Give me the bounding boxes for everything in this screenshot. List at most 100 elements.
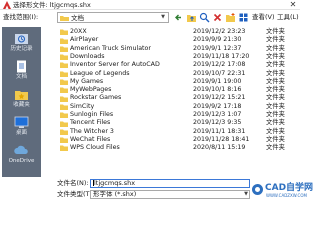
file-name: The Witcher 3 <box>70 127 114 135</box>
search-globe-icon <box>199 12 210 23</box>
file-date: 2019/11/28 18:41 <box>193 135 250 143</box>
file-type: 文件夹 <box>266 135 285 143</box>
file-date: 2019/11/1 18:31 <box>193 127 246 135</box>
file-name: AirPlayer <box>70 36 99 44</box>
file-row[interactable]: WeChat Files 2019/11/28 18:41 文件夹 <box>58 136 298 144</box>
file-date: 2019/12/3 1:07 <box>193 111 242 118</box>
views-button[interactable] <box>238 12 249 23</box>
sidebar-item-documents[interactable]: 文档 <box>2 57 41 83</box>
watermark-sub-text: WWW.CADZXW.COM <box>266 193 307 198</box>
filename-value: ltjgcmqs.shx <box>94 179 136 187</box>
file-name: Tencent Files <box>70 119 111 127</box>
toolbar: 查找范围(I): 文档 ▼ 查看(V) 工具(L) <box>0 10 300 25</box>
file-date: 2019/9/2 17:18 <box>193 102 242 110</box>
filetype-label: 文件类型(T): <box>57 190 95 198</box>
view-menu[interactable]: 查看(V) <box>252 13 275 22</box>
folder-icon <box>60 62 68 69</box>
file-type: 文件夹 <box>266 94 285 102</box>
file-name: League of Legends <box>70 69 130 77</box>
file-type: 文件夹 <box>266 119 285 127</box>
file-type: 文件夹 <box>266 44 285 52</box>
file-list: 20XX 2019/12/2 23:23 文件夹 AirPlayer 2019/9/9 … <box>58 27 298 177</box>
sidebar-item-onedrive[interactable]: OneDrive <box>2 141 41 167</box>
sidebar-item-desktop[interactable]: 桌面 <box>2 113 41 139</box>
file-row[interactable]: SimCity 2019/9/2 17:18 文件夹 <box>58 103 298 111</box>
window-title: 选择形文件: ltjgcmqs.shx <box>13 1 91 9</box>
folder-icon <box>60 129 68 135</box>
file-row[interactable]: American Truck Simulator 2019/9/1 12:37 文件… <box>58 45 298 53</box>
folder-icon <box>60 104 68 110</box>
folder-icon <box>60 121 68 127</box>
folder-icon <box>60 137 68 144</box>
sidebar-item-favorites[interactable]: 收藏夹 <box>2 85 41 111</box>
file-row[interactable]: League of Legends 2019/10/7 22:31 文件夹 <box>58 70 298 78</box>
file-row[interactable]: Tencent Files 2019/12/3 9:35 文件夹 <box>58 119 298 127</box>
sidebar-item-label: 桌面 <box>15 130 27 136</box>
file-row[interactable]: MyWebPages 2019/10/1 8:16 文件夹 <box>58 86 298 94</box>
file-type: 文件夹 <box>266 77 285 85</box>
file-row[interactable]: The Witcher 3 2019/11/1 18:31 文件夹 <box>58 128 298 136</box>
look-in-label: 查找范围(I): <box>3 13 39 21</box>
file-type: 文件夹 <box>266 144 285 152</box>
filename-label: 文件名(N): <box>57 179 89 187</box>
file-date: 2019/12/2 15:21 <box>193 94 246 102</box>
filetype-value: 形字体 (*.shx) <box>93 190 137 198</box>
delete-icon <box>213 13 222 22</box>
up-folder-icon <box>187 15 196 22</box>
file-row[interactable]: WPS Cloud Files 2020/8/11 15:19 文件夹 <box>58 144 298 152</box>
file-type: 文件夹 <box>266 61 285 69</box>
folder-icon <box>60 87 68 94</box>
sidebar-item-label: OneDrive <box>8 158 35 164</box>
sidebar-item-label: 收藏夹 <box>13 102 30 108</box>
sidebar-item-history[interactable]: 历史记录 <box>2 29 41 55</box>
folder-icon <box>60 54 68 61</box>
file-name: Inventor Server for AutoCAD <box>70 61 160 69</box>
look-in-dropdown[interactable]: 文档 ▼ <box>57 12 169 23</box>
close-button[interactable]: ✕ <box>288 0 298 10</box>
file-date: 2019/9/1 19:00 <box>193 77 242 85</box>
favorites-icon <box>15 91 28 100</box>
delete-button[interactable] <box>212 12 223 23</box>
file-row[interactable]: Downloads 2019/11/18 17:20 文件夹 <box>58 53 298 61</box>
file-date: 2019/10/1 8:16 <box>193 86 242 94</box>
folder-icon <box>60 112 68 119</box>
filename-input[interactable]: ltjgcmqs.shx <box>90 179 250 188</box>
watermark-logo: CAD自学网 WWW.CADZXW.COM <box>251 180 313 200</box>
file-name: WeChat Files <box>70 135 111 143</box>
up-folder-button[interactable] <box>186 12 197 23</box>
file-name: My Games <box>70 77 104 85</box>
folder-icon <box>60 96 68 102</box>
file-row[interactable]: My Games 2019/9/1 19:00 文件夹 <box>58 78 298 86</box>
file-row[interactable]: AirPlayer 2019/9/9 21:30 文件夹 <box>58 36 298 44</box>
file-row[interactable]: Rockstar Games 2019/12/2 15:21 文件夹 <box>58 94 298 102</box>
sidebar-item-label: 文档 <box>15 74 27 80</box>
file-type: 文件夹 <box>266 69 285 77</box>
chevron-down-icon: ▼ <box>244 191 248 197</box>
file-date: 2019/12/3 9:35 <box>193 119 242 127</box>
file-date: 2020/8/11 15:19 <box>193 144 246 152</box>
file-date: 2019/9/9 21:30 <box>193 36 242 44</box>
search-web-button[interactable] <box>199 12 210 23</box>
filetype-dropdown[interactable]: 形字体 (*.shx) ▼ <box>90 190 250 199</box>
file-name: 20XX <box>70 28 87 35</box>
folder-icon <box>60 16 69 21</box>
file-type: 文件夹 <box>266 36 285 44</box>
file-name: MyWebPages <box>70 86 112 94</box>
folder-icon <box>60 38 68 44</box>
folder-icon <box>60 79 68 86</box>
folder-icon <box>60 29 68 36</box>
new-folder-button[interactable] <box>225 12 236 23</box>
back-button[interactable] <box>173 12 184 23</box>
file-name: Rockstar Games <box>70 94 122 102</box>
file-row[interactable]: Inventor Server for AutoCAD 2019/12/2 17:… <box>58 61 298 69</box>
file-row[interactable]: Sunlogin Files 2019/12/3 1:07 文件夹 <box>58 111 298 119</box>
watermark-main-text: CAD自学网 <box>265 183 314 193</box>
places-sidebar: 历史记录 文档 收藏夹 桌面 OneDrive <box>2 27 41 177</box>
tools-menu[interactable]: 工具(L) <box>277 13 299 22</box>
file-name: American Truck Simulator <box>70 44 151 52</box>
file-row[interactable]: 20XX 2019/12/2 23:23 文件夹 <box>58 28 298 36</box>
file-date: 2019/10/7 22:31 <box>193 69 246 77</box>
file-name: WPS Cloud Files <box>70 144 120 152</box>
title-bar: 选择形文件: ltjgcmqs.shx ✕ <box>0 0 300 10</box>
file-type: 文件夹 <box>266 102 285 110</box>
